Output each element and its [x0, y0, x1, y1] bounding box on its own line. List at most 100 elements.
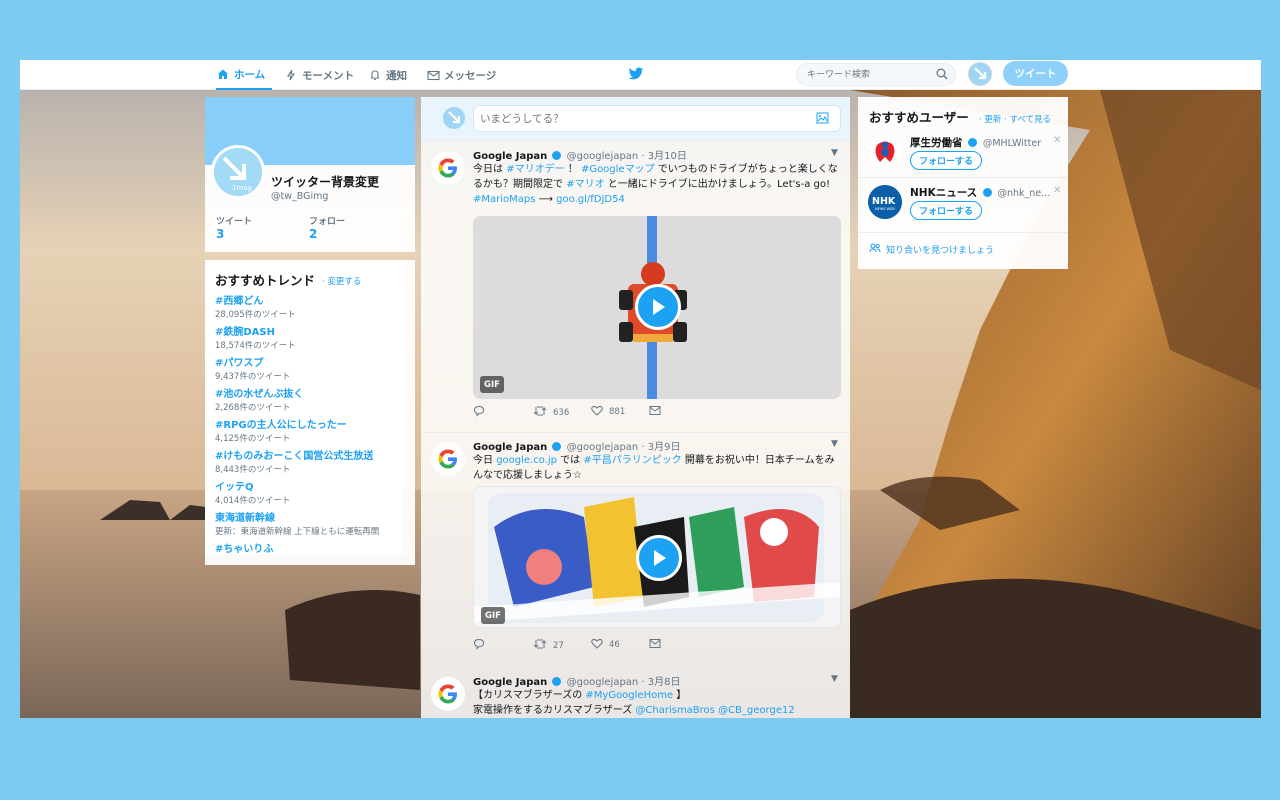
tweets-stat-count[interactable]: 3	[216, 227, 224, 241]
trend-name: #パワスプ	[215, 358, 264, 369]
trend-name: #けものみおーこく国営公式生放送	[215, 451, 374, 462]
trend-item[interactable]: #池の水ぜんぶ抜く 2,268件のツイート	[215, 385, 303, 413]
mhlw-logo-avatar[interactable]	[868, 135, 902, 169]
twitter-bird-logo[interactable]	[628, 67, 644, 84]
like-button[interactable]: 46	[591, 638, 620, 652]
dm-icon[interactable]	[649, 405, 661, 416]
profile-handle[interactable]: @tw_BGimg	[271, 191, 328, 202]
tweet[interactable]: Google Japan @googlejapan · 3月8日 ▼ 【カリスマ…	[421, 669, 850, 718]
google-logo-avatar[interactable]	[431, 442, 465, 476]
image-icon[interactable]	[816, 112, 829, 127]
profile-name[interactable]: ツイッター背景変更	[271, 173, 379, 190]
hashtag-link[interactable]: #平昌パラリンピック	[583, 455, 681, 466]
tweet-author-name[interactable]: Google Japan	[473, 677, 547, 688]
compose-box	[421, 97, 850, 141]
envelope-icon	[426, 68, 440, 82]
tweet-author-handle[interactable]: @googlejapan	[567, 442, 639, 453]
play-icon[interactable]	[635, 284, 681, 330]
follow-button[interactable]: フォローする	[910, 201, 982, 220]
tweet-author-handle[interactable]: @googlejapan	[567, 151, 639, 162]
tweet-header: Google Japan @googlejapan · 3月10日	[473, 147, 687, 162]
tweet-author-name[interactable]: Google Japan	[473, 442, 547, 453]
follow-button[interactable]: フォローする	[910, 151, 982, 170]
hashtag-link[interactable]: #マリオデー	[506, 164, 564, 175]
trend-item[interactable]: イッテQ 4,014件のツイート	[215, 478, 290, 506]
nhk-logo-avatar[interactable]: NHK NEWS WEB	[868, 185, 902, 219]
following-stat-count[interactable]: 2	[309, 227, 317, 241]
avatar	[443, 107, 465, 129]
compose-input[interactable]	[473, 105, 841, 132]
google-logo-avatar[interactable]	[431, 677, 465, 711]
search-icon[interactable]	[936, 68, 948, 83]
retweet-button[interactable]: 27	[533, 638, 564, 653]
tweet-text: 【カリスマブラザーズの #MyGoogleHome 】家電操作をするカリスマブラ…	[473, 690, 795, 716]
mention-link[interactable]: @CB_george12	[718, 705, 795, 716]
google-logo-avatar[interactable]	[431, 151, 465, 185]
nav-moments[interactable]: モーメント	[284, 60, 354, 90]
trend-item[interactable]: #パワスプ 9,437件のツイート	[215, 354, 290, 382]
reply-icon[interactable]	[473, 638, 485, 650]
close-icon[interactable]: ✕	[1053, 185, 1061, 196]
hashtag-link[interactable]: #Googleマップ	[581, 164, 655, 175]
retweet-button[interactable]: 636	[533, 405, 569, 420]
tweet-author-name[interactable]: Google Japan	[473, 151, 547, 162]
who-to-follow-card: おすすめユーザー · 更新 · すべて見る 厚生労働省 @MHLWitter フ…	[858, 97, 1068, 269]
tweet-media-gif[interactable]: GIF	[473, 486, 841, 628]
chevron-down-icon[interactable]: ▼	[831, 439, 838, 449]
nav-messages[interactable]: メッセージ	[426, 60, 496, 90]
timeline: Google Japan @googlejapan · 3月10日 ▼ 今日は …	[421, 97, 850, 718]
tweets-stat-label: ツイート	[216, 217, 253, 227]
user-handle[interactable]: @MHLWitter	[983, 138, 1041, 149]
trend-item[interactable]: 東海道新幹線 更新：東海道新幹線 上下線ともに運転再開	[215, 509, 379, 537]
trend-item[interactable]: #RPGの主人公にしたったー 4,125件のツイート	[215, 416, 347, 444]
nav-home[interactable]: ホーム	[216, 60, 272, 90]
profile-avatar[interactable]: 1mag	[211, 145, 265, 199]
search-input[interactable]	[796, 63, 956, 86]
tweet-date[interactable]: · 3月9日	[641, 442, 680, 453]
trends-change-link[interactable]: · 変更する	[322, 275, 361, 287]
tweet-button[interactable]: ツイート	[1003, 61, 1068, 86]
play-icon[interactable]	[636, 535, 682, 581]
tweet[interactable]: Google Japan @googlejapan · 3月10日 ▼ 今日は …	[421, 143, 850, 433]
chevron-down-icon[interactable]: ▼	[831, 674, 838, 684]
hashtag-link[interactable]: #MyGoogleHome	[585, 690, 673, 701]
chevron-down-icon[interactable]: ▼	[831, 148, 838, 158]
trend-name: #鉄腕DASH	[215, 327, 275, 338]
user-handle[interactable]: @nhk_ne...	[998, 188, 1051, 199]
find-friends-link[interactable]: 知り合いを見つけましょう	[869, 243, 994, 256]
hashtag-link[interactable]: #マリオ	[566, 179, 604, 190]
url-link[interactable]: goo.gl/fDJD54	[556, 194, 625, 205]
trend-item[interactable]: #西郷どん 28,095件のツイート	[215, 292, 296, 320]
user-name-text[interactable]: NHKニュース	[910, 187, 977, 199]
trend-item[interactable]: #鉄腕DASH 18,574件のツイート	[215, 323, 296, 351]
tweet-media-gif[interactable]: GIF	[473, 216, 841, 399]
trend-item[interactable]: #ちゃいりふ	[215, 540, 273, 555]
tweet[interactable]: Google Japan @googlejapan · 3月9日 ▼ 今日 go…	[421, 434, 850, 661]
avatar[interactable]	[968, 62, 992, 86]
profile-card: 1mag ツイッター背景変更 @tw_BGimg ツイート 3 フォロー 2	[205, 97, 415, 252]
dm-icon[interactable]	[649, 638, 661, 649]
nav-notifications[interactable]: 通知	[368, 60, 407, 90]
like-button[interactable]: 881	[591, 405, 625, 419]
retweet-icon	[533, 638, 547, 653]
tweet-date[interactable]: · 3月10日	[641, 151, 686, 162]
svg-text:1mag: 1mag	[232, 184, 252, 192]
reply-icon[interactable]	[473, 405, 485, 417]
close-icon[interactable]: ✕	[1053, 135, 1061, 146]
who-to-follow-links[interactable]: · 更新 · すべて見る	[979, 113, 1051, 125]
trend-item[interactable]: #けものみおーこく国営公式生放送 8,443件のツイート	[215, 447, 373, 475]
heart-icon	[591, 638, 603, 652]
tweet-author-handle[interactable]: @googlejapan	[567, 677, 639, 688]
lightning-icon	[284, 68, 298, 82]
url-link[interactable]: google.co.jp	[496, 455, 557, 466]
mention-link[interactable]: @CharismaBros	[635, 705, 715, 716]
retweet-count: 27	[553, 640, 564, 651]
top-nav-bar: ホーム モーメント 通知 メッセージ キーワード検索 ツイート	[20, 60, 1261, 90]
verified-icon	[552, 442, 562, 451]
tweet-date[interactable]: · 3月8日	[641, 677, 680, 688]
tweet-header: Google Japan @googlejapan · 3月9日	[473, 438, 681, 453]
hashtag-link[interactable]: #MarioMaps	[473, 194, 535, 205]
trends-list: おすすめトレンド · 変更する #西郷どん 28,095件のツイート #鉄腕DA…	[205, 260, 403, 555]
user-name-text[interactable]: 厚生労働省	[910, 137, 963, 149]
gif-badge: GIF	[480, 376, 504, 393]
